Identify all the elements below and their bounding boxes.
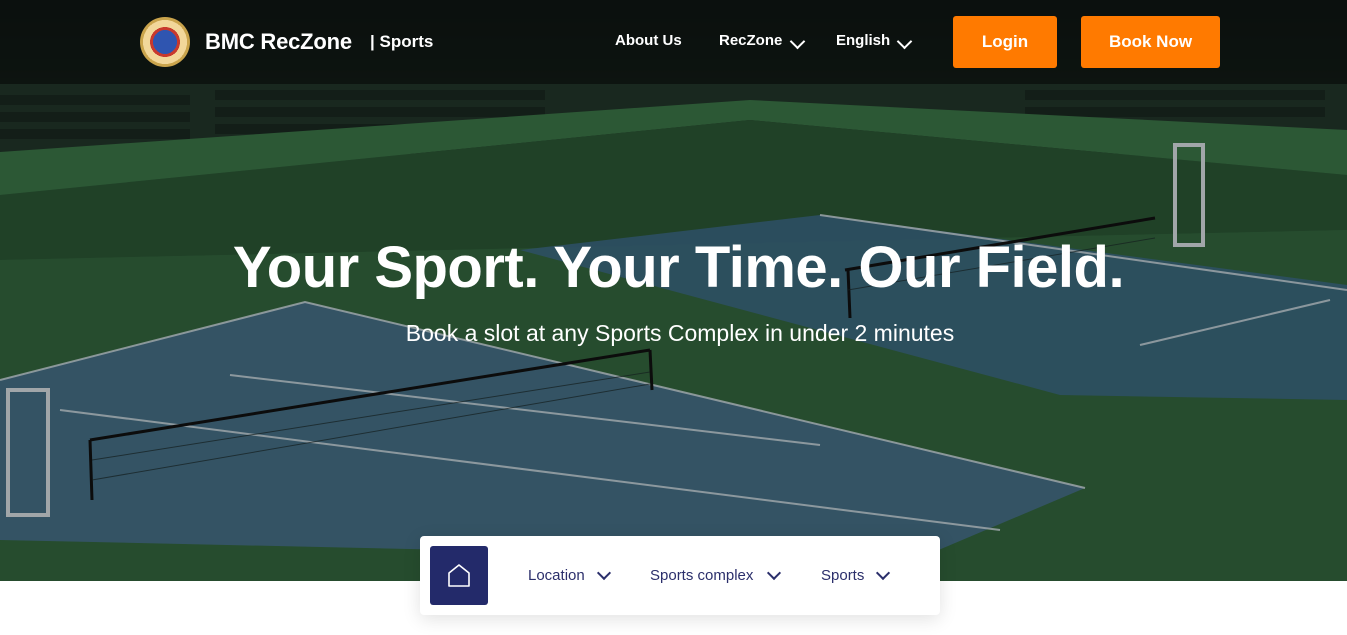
sports-dropdown[interactable]: Sports — [821, 567, 864, 584]
nav-language[interactable]: English — [836, 32, 890, 49]
top-navbar: BMC RecZone | Sports About Us RecZone En… — [0, 0, 1347, 84]
brand-section: | Sports — [370, 32, 434, 51]
chevron-down-icon[interactable] — [596, 565, 612, 581]
hero-subline: Book a slot at any Sports Complex in und… — [405, 320, 955, 346]
book-now-button[interactable]: Book Now — [1081, 16, 1220, 68]
location-dropdown[interactable]: Location — [528, 567, 585, 584]
chevron-down-icon[interactable] — [896, 33, 913, 50]
bmc-logo[interactable] — [140, 17, 190, 67]
nav-about-us[interactable]: About Us — [615, 32, 682, 49]
nav-reczone[interactable]: RecZone — [719, 32, 782, 49]
chevron-down-icon[interactable] — [766, 565, 782, 581]
chevron-down-icon[interactable] — [875, 565, 891, 581]
chevron-down-icon[interactable] — [789, 33, 806, 50]
home-icon — [448, 564, 470, 587]
sports-complex-dropdown[interactable]: Sports complex — [650, 567, 753, 584]
login-button[interactable]: Login — [953, 16, 1057, 68]
home-button[interactable] — [430, 546, 488, 605]
hero-headline: Your Sport. Your Time. Our Field. — [232, 235, 1125, 300]
brand-name[interactable]: BMC RecZone — [205, 29, 352, 55]
booking-search-bar: Location Sports complex Sports — [420, 536, 940, 615]
